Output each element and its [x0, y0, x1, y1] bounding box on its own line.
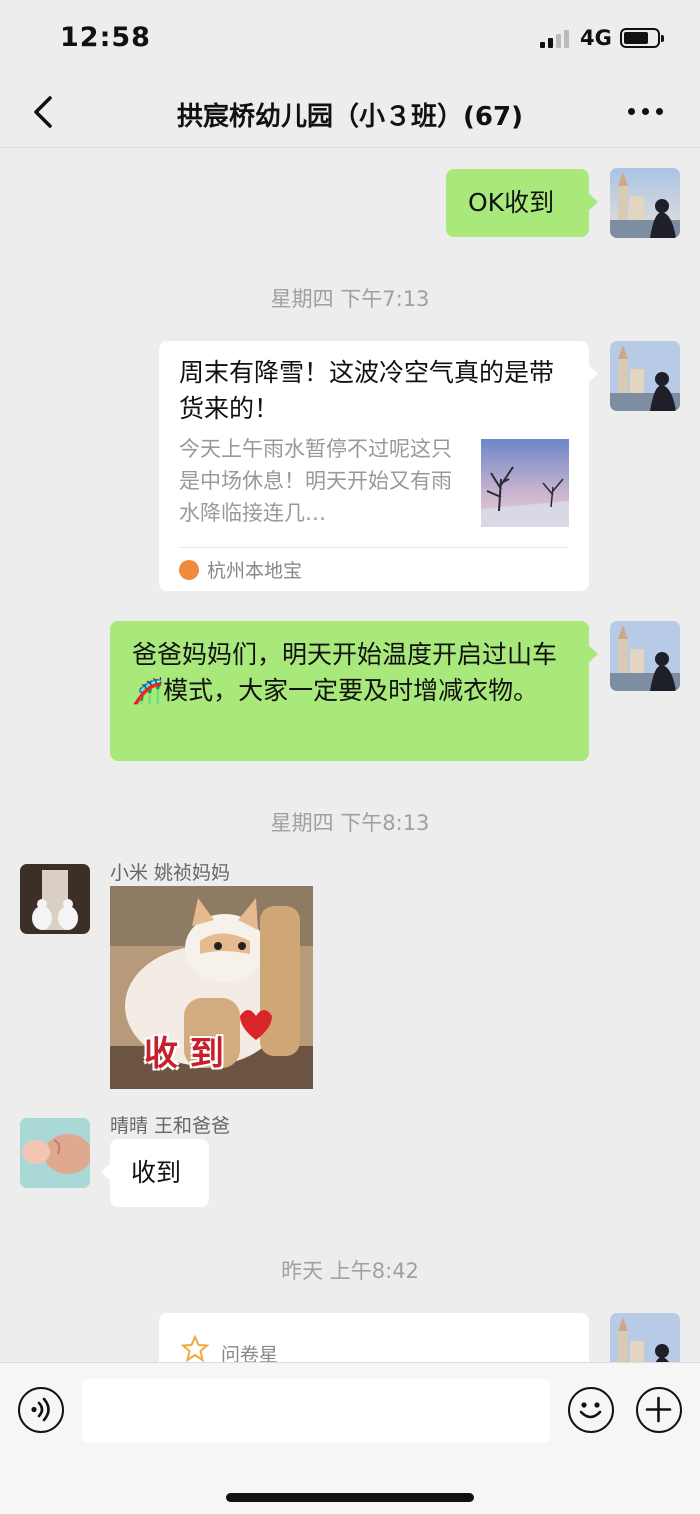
avatar-other[interactable] [20, 864, 90, 934]
chat-area[interactable]: OK收到 星期四 下午7:13 周末有降雪！这波冷空气真的是带货来的！ 今天上午… [0, 149, 700, 1362]
sticker-caption: 收 到 [144, 1034, 224, 1074]
timestamp: 星期四 下午7:13 [270, 287, 430, 311]
status-time: 12:58 [60, 22, 151, 53]
link-card[interactable]: 问卷星 [159, 1313, 589, 1362]
home-indicator [226, 1493, 474, 1502]
status-bar: 12:58 4G [0, 0, 700, 78]
chat-title: 拱宸桥幼儿园（小３班）(67) [177, 102, 523, 132]
avatar-self[interactable] [610, 621, 680, 691]
battery-icon [620, 28, 664, 48]
card-source: 杭州本地宝 [207, 560, 303, 582]
avatar-self[interactable] [610, 341, 680, 411]
input-bar [0, 1362, 700, 1514]
timestamp: 昨天 上午8:42 [281, 1259, 419, 1283]
message-text: 收到 [131, 1158, 182, 1187]
avatar-other[interactable] [20, 1118, 90, 1188]
voice-button[interactable] [18, 1387, 64, 1433]
card-title: 周末有降雪！这波冷空气真的是带货来的！ [179, 358, 555, 423]
card-divider [179, 547, 569, 548]
timestamp: 星期四 下午8:13 [270, 811, 430, 835]
card-source: 问卷星 [221, 1344, 279, 1362]
message-input[interactable] [82, 1379, 550, 1443]
plus-button[interactable] [636, 1387, 682, 1433]
sticker-image[interactable]: 收 到 [110, 886, 313, 1089]
emoji-icon [579, 1402, 602, 1419]
avatar-self[interactable] [610, 168, 680, 238]
card-description: 今天上午雨水暂停不过呢这只是中场休息！明天开始又有雨水降临接连几… [179, 437, 452, 525]
more-button[interactable] [628, 108, 664, 118]
network-label: 4G [580, 26, 612, 50]
message-text: OK收到 [468, 188, 555, 217]
message-text: 爸爸妈妈们，明天开始温度开启过山车🎢模式，大家一定要及时增减衣物。 [132, 640, 558, 705]
message-bubble[interactable]: 爸爸妈妈们，明天开始温度开启过山车🎢模式，大家一定要及时增减衣物。 [110, 621, 598, 761]
card-thumbnail [481, 439, 569, 527]
link-card[interactable]: 周末有降雪！这波冷空气真的是带货来的！ 今天上午雨水暂停不过呢这只是中场休息！明… [159, 341, 598, 591]
plus-icon [645, 1396, 672, 1423]
emoji-button[interactable] [568, 1387, 614, 1433]
nav-bar: 拱宸桥幼儿园（小３班）(67) [0, 78, 700, 148]
voice-icon [31, 1397, 50, 1422]
source-logo-icon [179, 560, 199, 580]
sender-name: 晴晴 王和爸爸 [110, 1115, 231, 1137]
signal-icon [540, 30, 572, 48]
sender-name: 小米 姚祯妈妈 [110, 862, 231, 884]
avatar-self[interactable] [610, 1313, 680, 1362]
star-icon [181, 1335, 209, 1362]
message-bubble[interactable]: OK收到 [446, 169, 598, 237]
message-bubble[interactable]: 收到 [101, 1139, 209, 1207]
